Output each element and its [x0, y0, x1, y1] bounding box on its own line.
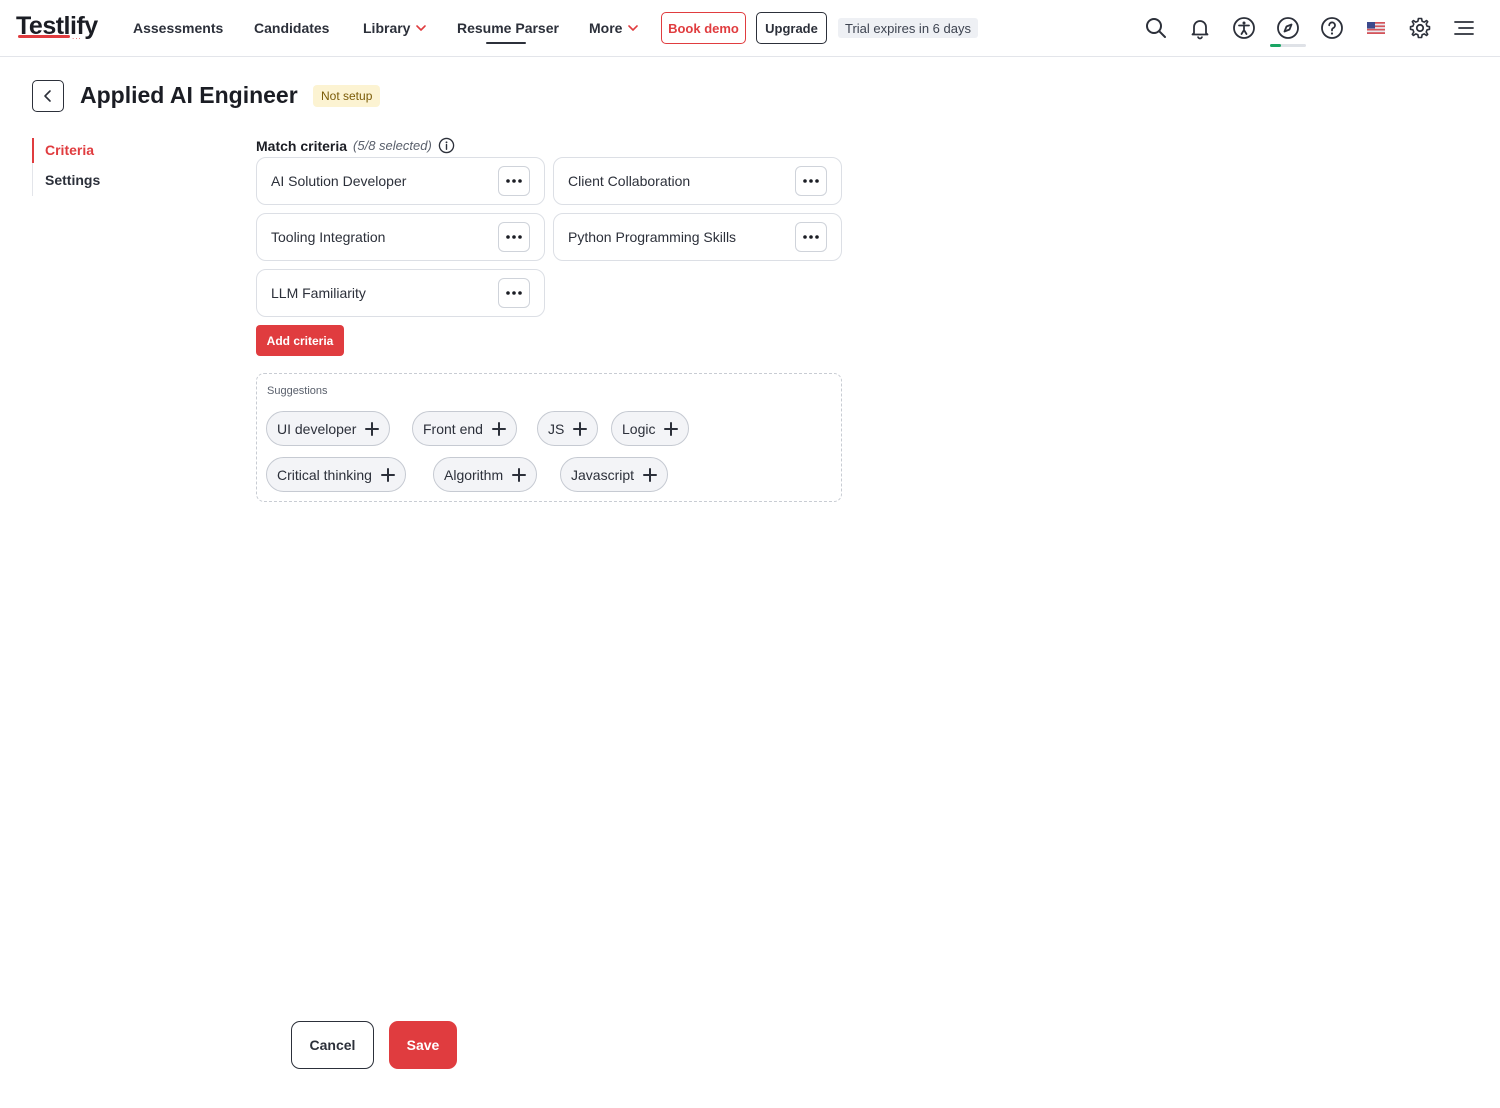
- accessibility-icon[interactable]: [1231, 15, 1257, 41]
- nav-more[interactable]: More: [589, 20, 639, 36]
- nav-library[interactable]: Library: [363, 20, 427, 36]
- plus-icon: [365, 421, 380, 436]
- ellipsis-icon: [506, 179, 522, 183]
- page-title: Applied AI Engineer: [80, 82, 298, 108]
- compass-icon[interactable]: [1275, 15, 1301, 41]
- cancel-button[interactable]: Cancel: [291, 1021, 374, 1069]
- nav-active-indicator: [486, 42, 526, 44]
- more-options-button[interactable]: [795, 166, 827, 196]
- criteria-count: (5/8 selected): [353, 138, 432, 153]
- suggestions-title: Suggestions: [267, 385, 328, 397]
- criteria-label: AI Solution Developer: [271, 173, 407, 189]
- chevron-left-icon: [44, 90, 51, 102]
- chevron-down-icon: [416, 25, 427, 31]
- more-options-button[interactable]: [795, 222, 827, 252]
- top-navigation-bar: Testlify ... Assessments Candidates Libr…: [0, 0, 1500, 57]
- active-tab-indicator: [32, 138, 34, 163]
- back-button[interactable]: [32, 80, 64, 112]
- match-criteria-heading: Match criteria (5/8 selected): [256, 137, 455, 154]
- plus-icon: [573, 421, 588, 436]
- suggestion-chip-label: Javascript: [571, 466, 635, 483]
- suggestion-chip[interactable]: UI developer: [266, 411, 391, 446]
- save-button[interactable]: Save: [389, 1021, 457, 1069]
- criteria-card: AI Solution Developer: [256, 157, 545, 205]
- nav-assessments-label: Assessments: [133, 20, 224, 36]
- suggestion-chip-label: UI developer: [277, 420, 357, 437]
- help-icon[interactable]: [1319, 15, 1345, 41]
- menu-icon[interactable]: [1451, 15, 1477, 41]
- more-options-button[interactable]: [498, 278, 530, 308]
- nav-candidates-label: Candidates: [254, 20, 330, 36]
- add-criteria-button[interactable]: Add criteria: [256, 325, 344, 356]
- logo-underline: [18, 35, 70, 38]
- suggestion-chip[interactable]: JS: [537, 411, 599, 446]
- suggestion-chip[interactable]: Front end: [412, 411, 517, 446]
- plus-icon: [512, 467, 527, 482]
- plus-icon: [380, 467, 395, 482]
- match-criteria-label: Match criteria: [256, 137, 348, 154]
- ellipsis-icon: [506, 235, 522, 239]
- tab-settings[interactable]: Settings: [45, 172, 100, 188]
- criteria-label: Tooling Integration: [271, 229, 386, 245]
- nav-candidates[interactable]: Candidates: [254, 20, 329, 36]
- suggestion-chip-label: Front end: [423, 420, 483, 437]
- suggestion-chip[interactable]: Javascript: [560, 457, 669, 492]
- side-tabs: Criteria Settings: [32, 138, 152, 196]
- tab-criteria[interactable]: Criteria: [45, 142, 94, 158]
- suggestion-chip-label: Critical thinking: [277, 466, 372, 483]
- plus-icon: [643, 467, 658, 482]
- criteria-label: Client Collaboration: [568, 173, 691, 189]
- suggestion-chip-label: Algorithm: [444, 466, 504, 483]
- more-options-button[interactable]: [498, 222, 530, 252]
- ellipsis-icon: [506, 291, 522, 295]
- onboarding-progress-bar: [1270, 44, 1306, 47]
- onboarding-progress-fill: [1270, 44, 1281, 47]
- chevron-down-icon: [628, 25, 639, 31]
- suggestion-chip[interactable]: Logic: [611, 411, 690, 446]
- criteria-card: Client Collaboration: [553, 157, 842, 205]
- nav-resume-parser-label: Resume Parser: [457, 20, 559, 36]
- nav-more-label: More: [589, 20, 623, 36]
- criteria-label: Python Programming Skills: [568, 229, 737, 245]
- more-options-button[interactable]: [498, 166, 530, 196]
- logo-dots: ...: [72, 32, 82, 41]
- suggestions-panel: Suggestions UI developer Front end JS Lo…: [256, 373, 842, 502]
- us-flag-icon[interactable]: [1363, 15, 1389, 41]
- plus-icon: [664, 421, 679, 436]
- ellipsis-icon: [803, 235, 819, 239]
- bell-icon[interactable]: [1187, 15, 1213, 41]
- nav-library-label: Library: [363, 20, 411, 36]
- status-badge: Not setup: [313, 85, 381, 107]
- ellipsis-icon: [803, 179, 819, 183]
- criteria-label: LLM Familiarity: [271, 285, 366, 301]
- gear-icon[interactable]: [1407, 15, 1433, 41]
- suggestion-chip-label: Logic: [622, 420, 656, 437]
- book-demo-button[interactable]: Book demo: [661, 12, 746, 44]
- criteria-card: Tooling Integration: [256, 213, 545, 261]
- nav-resume-parser[interactable]: Resume Parser: [457, 20, 559, 36]
- info-icon[interactable]: [438, 137, 455, 154]
- criteria-card: Python Programming Skills: [553, 213, 842, 261]
- nav-assessments[interactable]: Assessments: [133, 20, 223, 36]
- criteria-card: LLM Familiarity: [256, 269, 545, 317]
- trial-badge: Trial expires in 6 days: [838, 18, 978, 38]
- suggestion-chip[interactable]: Critical thinking: [266, 457, 406, 492]
- suggestion-chip[interactable]: Algorithm: [433, 457, 538, 492]
- suggestion-chip-label: JS: [548, 420, 565, 437]
- search-icon[interactable]: [1143, 15, 1169, 41]
- upgrade-button[interactable]: Upgrade: [756, 12, 827, 44]
- plus-icon: [491, 421, 506, 436]
